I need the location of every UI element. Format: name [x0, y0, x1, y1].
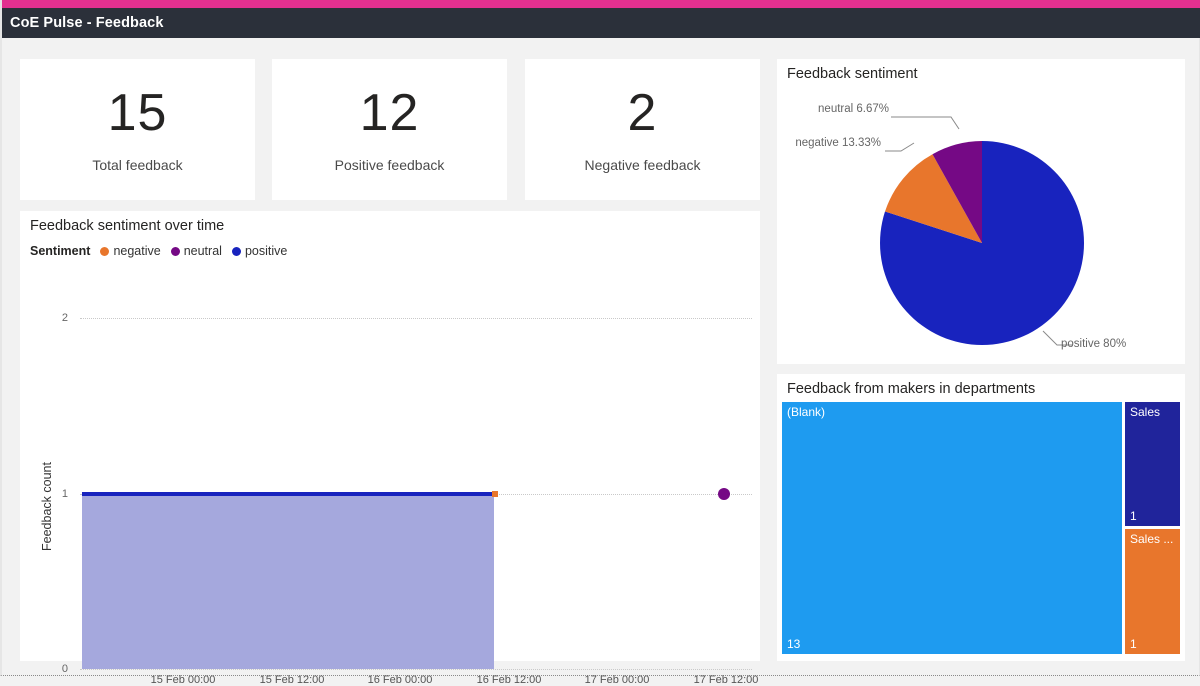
area-fill-positive — [82, 494, 494, 669]
pie-label-neutral: neutral 6.67% — [818, 103, 889, 115]
report-canvas: 15 Total feedback 12 Positive feedback 2… — [2, 38, 1200, 686]
kpi-value: 2 — [627, 83, 658, 142]
treemap-tile-sales-other[interactable]: Sales ... 1 — [1125, 529, 1180, 654]
kpi-card-negative-feedback[interactable]: 2 Negative feedback — [525, 59, 760, 200]
treemap-tile-value: 1 — [1130, 509, 1137, 523]
treemap-tile-value: 1 — [1130, 637, 1137, 651]
chart-title: Feedback from makers in departments — [787, 381, 1036, 397]
kpi-label: Positive feedback — [334, 156, 445, 173]
marker-neutral — [718, 488, 730, 500]
kpi-card-total-feedback[interactable]: 15 Total feedback — [20, 59, 255, 200]
app-window: CoE Pulse - Feedback 15 Total feedback 1… — [0, 0, 1200, 686]
treemap-tile-sales[interactable]: Sales 1 — [1125, 402, 1180, 526]
marker-negative — [492, 491, 498, 497]
gridline-0 — [80, 669, 752, 670]
pie-label-negative: negative 13.33% — [795, 137, 881, 149]
pie-leader-neutral — [891, 116, 960, 130]
plot-area — [82, 488, 730, 669]
kpi-value: 12 — [359, 83, 420, 142]
feedback-sentiment-pie-chart[interactable]: Feedback sentiment neutral 6.67% negativ… — [777, 59, 1185, 364]
title-bar: CoE Pulse - Feedback — [2, 8, 1200, 38]
treemap-tile-label: Sales — [1130, 405, 1161, 419]
treemap-tile-label: Sales ... — [1130, 532, 1174, 546]
kpi-card-positive-feedback[interactable]: 12 Positive feedback — [272, 59, 507, 200]
kpi-label: Negative feedback — [584, 156, 701, 173]
kpi-label: Total feedback — [92, 156, 183, 173]
page-title: CoE Pulse - Feedback — [10, 15, 164, 31]
treemap-tile-value: 13 — [787, 637, 801, 651]
pie-label-positive: positive 80% — [1061, 338, 1127, 350]
treemap-tile-blank[interactable]: (Blank) 13 — [782, 402, 1122, 654]
accent-strip — [2, 0, 1200, 8]
feedback-from-makers-in-departments-treemap[interactable]: Feedback from makers in departments (Bla… — [777, 374, 1185, 661]
pie-leader-negative — [885, 142, 915, 152]
feedback-sentiment-over-time-chart[interactable]: Feedback sentiment over time Sentiment n… — [20, 211, 760, 686]
y-tick-0: 0 — [61, 663, 68, 675]
treemap-tile-label: (Blank) — [787, 405, 826, 419]
kpi-value: 15 — [107, 83, 168, 142]
